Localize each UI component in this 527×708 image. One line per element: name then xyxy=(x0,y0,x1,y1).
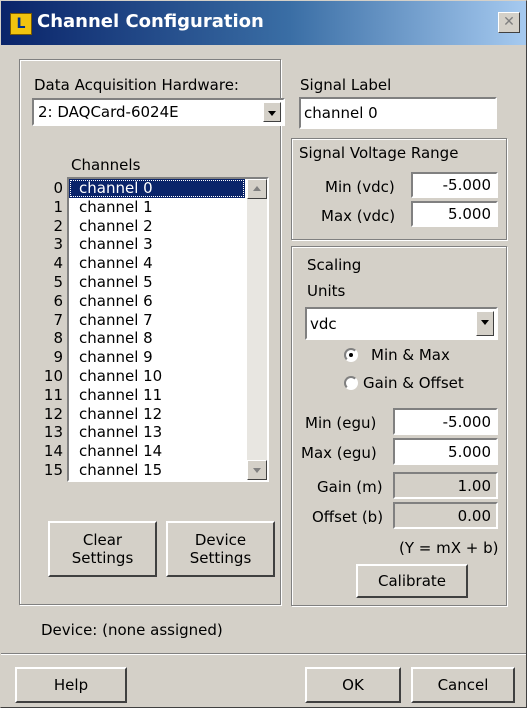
window-title: Channel Configuration xyxy=(37,11,264,32)
channel-index-column: 0 1 2 3 4 5 6 7 8 9 10 11 12 13 14 15 xyxy=(41,179,63,480)
clear-settings-button[interactable]: Clear Settings xyxy=(48,521,157,577)
offset-input: 0.00 xyxy=(393,502,498,529)
max-egu-input[interactable]: 5.000 xyxy=(393,438,498,465)
list-item[interactable]: channel 7 xyxy=(69,311,245,330)
channel-list-scrollbar[interactable] xyxy=(247,179,267,480)
help-button[interactable]: Help xyxy=(15,667,127,703)
min-vdc-input[interactable]: -5.000 xyxy=(411,172,498,198)
list-item[interactable]: channel 11 xyxy=(69,386,245,405)
channel-index: 15 xyxy=(43,460,63,479)
gain-offset-radio[interactable] xyxy=(344,376,358,390)
min-vdc-label: Min (vdc) xyxy=(325,178,395,196)
hardware-selected-value: 2: DAQCard-6024E xyxy=(38,103,179,121)
min-max-radio-label[interactable]: Min & Max xyxy=(371,346,450,364)
list-item[interactable]: channel 14 xyxy=(69,442,245,461)
gain-offset-radio-label[interactable]: Gain & Offset xyxy=(363,374,464,392)
list-item[interactable]: channel 1 xyxy=(69,198,245,217)
list-item[interactable]: channel 15 xyxy=(69,461,245,480)
max-vdc-value: 5.000 xyxy=(448,205,491,223)
scaling-formula: (Y = mX + b) xyxy=(399,539,499,557)
cancel-button[interactable]: Cancel xyxy=(411,667,515,703)
channel-configuration-dialog: L Channel Configuration ✕ Data Acquisiti… xyxy=(0,0,527,708)
device-status: Device: (none assigned) xyxy=(41,621,223,639)
list-item[interactable]: channel 4 xyxy=(69,254,245,273)
signal-label-caption: Signal Label xyxy=(300,76,392,94)
max-egu-value: 5.000 xyxy=(448,442,491,461)
clear-settings-line1: Clear xyxy=(82,531,123,549)
channel-index: 14 xyxy=(43,442,63,461)
list-item[interactable]: channel 9 xyxy=(69,348,245,367)
title-bar[interactable]: L Channel Configuration ✕ xyxy=(1,1,526,45)
ok-button-label: OK xyxy=(342,676,364,694)
channel-index: 10 xyxy=(43,366,63,385)
units-label: Units xyxy=(307,282,346,300)
hardware-label: Data Acquisition Hardware: xyxy=(34,76,239,94)
scaling-title: Scaling xyxy=(307,256,362,274)
min-max-radio[interactable] xyxy=(344,348,358,362)
units-selected-value: vdc xyxy=(310,314,337,333)
min-egu-value: -5.000 xyxy=(442,412,491,431)
min-vdc-value: -5.000 xyxy=(442,176,491,194)
scroll-down-icon[interactable] xyxy=(247,460,267,480)
signal-label-value: channel 0 xyxy=(304,104,378,122)
gain-value: 1.00 xyxy=(457,476,491,495)
channel-index: 12 xyxy=(43,404,63,423)
channel-index: 11 xyxy=(43,385,63,404)
list-item[interactable]: channel 10 xyxy=(69,367,245,386)
footer-separator xyxy=(1,653,526,655)
offset-label: Offset (b) xyxy=(312,508,384,526)
max-vdc-label: Max (vdc) xyxy=(321,207,396,225)
list-item[interactable]: channel 12 xyxy=(69,405,245,424)
chevron-down-icon[interactable] xyxy=(476,311,494,336)
units-dropdown[interactable]: vdc xyxy=(305,307,498,340)
channel-index: 7 xyxy=(53,310,63,329)
channel-index: 1 xyxy=(53,197,63,216)
gain-label: Gain (m) xyxy=(317,478,383,496)
channel-index: 6 xyxy=(53,291,63,310)
list-item[interactable]: channel 13 xyxy=(69,423,245,442)
channel-index: 3 xyxy=(53,235,63,254)
calibrate-button-label: Calibrate xyxy=(378,572,446,590)
channel-index: 5 xyxy=(53,272,63,291)
list-item[interactable]: channel 6 xyxy=(69,292,245,311)
channel-listbox[interactable]: channel 0 channel 1 channel 2 channel 3 … xyxy=(67,177,269,482)
help-button-label: Help xyxy=(53,676,89,694)
max-egu-label: Max (egu) xyxy=(301,444,377,462)
list-item[interactable]: channel 0 xyxy=(69,179,245,198)
device-settings-line1: Device xyxy=(194,531,247,549)
signal-label-input[interactable]: channel 0 xyxy=(299,97,497,129)
list-item[interactable]: channel 3 xyxy=(69,235,245,254)
min-egu-label: Min (egu) xyxy=(305,414,377,432)
list-item[interactable]: channel 8 xyxy=(69,329,245,348)
max-vdc-input[interactable]: 5.000 xyxy=(411,201,498,227)
cancel-button-label: Cancel xyxy=(437,676,489,694)
voltage-range-title: Signal Voltage Range xyxy=(299,144,459,162)
device-settings-line2: Settings xyxy=(189,549,252,567)
channels-label: Channels xyxy=(71,156,141,174)
channel-index: 4 xyxy=(53,254,63,273)
channel-index: 13 xyxy=(43,423,63,442)
clear-settings-line2: Settings xyxy=(71,549,134,567)
hardware-dropdown[interactable]: 2: DAQCard-6024E xyxy=(32,98,285,126)
channel-index: 2 xyxy=(53,216,63,235)
offset-value: 0.00 xyxy=(457,506,491,525)
close-icon[interactable]: ✕ xyxy=(498,12,520,33)
channel-list: channel 0 channel 1 channel 2 channel 3 … xyxy=(69,179,245,480)
calibrate-button[interactable]: Calibrate xyxy=(356,564,468,598)
gain-input: 1.00 xyxy=(393,472,498,499)
min-egu-input[interactable]: -5.000 xyxy=(393,408,498,435)
list-item[interactable]: channel 2 xyxy=(69,217,245,236)
channel-index: 0 xyxy=(53,179,63,197)
list-item[interactable]: channel 5 xyxy=(69,273,245,292)
ok-button[interactable]: OK xyxy=(305,667,401,703)
scroll-up-icon[interactable] xyxy=(247,179,267,199)
channel-config-app-icon: L xyxy=(10,13,32,35)
channel-index: 8 xyxy=(53,329,63,348)
chevron-down-icon[interactable] xyxy=(263,102,281,122)
device-settings-button[interactable]: Device Settings xyxy=(166,521,275,577)
channel-index: 9 xyxy=(53,348,63,367)
